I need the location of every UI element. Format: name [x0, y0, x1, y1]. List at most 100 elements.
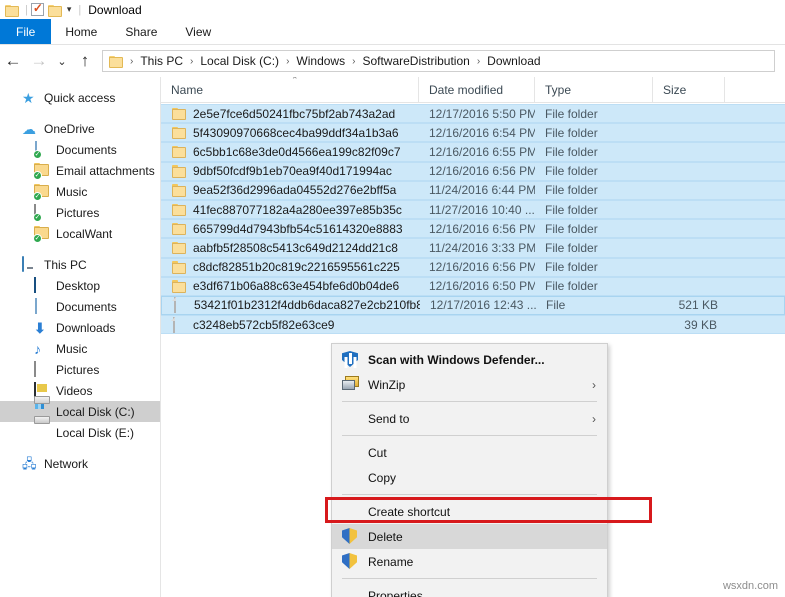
menu-item-scan-with-windows-defender[interactable]: Scan with Windows Defender... [332, 347, 607, 372]
menu-item-rename[interactable]: Rename [332, 549, 607, 574]
sidebar-item-music[interactable]: ♪ Music [0, 338, 160, 359]
crumb-arrow-3[interactable]: › [347, 56, 360, 67]
sidebar-item-desktop[interactable]: Desktop [0, 275, 160, 296]
file-rows: 2e5e7fce6d50241fbc75bf2ab743a2ad 12/17/2… [161, 104, 785, 335]
crumb-arrow-1[interactable]: › [185, 56, 198, 67]
menu-item-send-to[interactable]: Send to › [332, 406, 607, 431]
sidebar-item-label: OneDrive [44, 121, 95, 136]
forward-button[interactable]: → [26, 48, 52, 74]
menu-item-properties[interactable]: Properties [332, 583, 607, 597]
sidebar-item-pictures[interactable]: Pictures [0, 359, 160, 380]
sidebar-item-localwant[interactable]: ✓ LocalWant [0, 223, 160, 244]
menu-item-label: Create shortcut [368, 504, 451, 519]
address-bar: ← → ⌄ ↑ › This PC › Local Disk (C:) › Wi… [0, 45, 785, 77]
breadcrumb[interactable]: › This PC › Local Disk (C:) › Windows › … [102, 50, 775, 72]
file-name-cell: 5f43090970668cec4ba99ddf34a1b3a6 [161, 123, 419, 142]
size-cell [653, 238, 725, 257]
table-row[interactable]: 6c5bb1c68e3de0d4566ea199c82f09c7 12/16/2… [161, 142, 785, 162]
crumb-windows[interactable]: Windows [294, 54, 347, 68]
file-name-cell: aabfb5f28508c5413c649d2124dd21c8 [161, 238, 419, 257]
folder-sync-icon: ✓ [33, 191, 42, 201]
tab-view[interactable]: View [171, 19, 225, 44]
menu-item-create-shortcut[interactable]: Create shortcut [332, 499, 607, 524]
table-row[interactable]: c8dcf82851b20c819c2216595561c225 12/16/2… [161, 257, 785, 277]
file-icon [172, 297, 188, 314]
crumb-download[interactable]: Download [485, 54, 542, 68]
menu-item-copy[interactable]: Copy [332, 465, 607, 490]
tab-home[interactable]: Home [51, 19, 111, 44]
menu-item-winzip[interactable]: WinZip › [332, 372, 607, 397]
folder-icon [109, 55, 123, 68]
desktop-icon [34, 276, 50, 294]
crumb-local-disk-c[interactable]: Local Disk (C:) [198, 54, 281, 68]
sidebar-item-email-attachments[interactable]: ✓ Email attachments [0, 160, 160, 181]
sidebar-item-label: Music [56, 184, 88, 199]
menu-item-cut[interactable]: Cut [332, 440, 607, 465]
menu-item-label: Copy [368, 470, 397, 485]
sidebar-item-local-disk-c[interactable]: Local Disk (C:) [0, 401, 160, 422]
sidebar-item-local-disk-e[interactable]: Local Disk (E:) [0, 422, 160, 443]
size-cell [653, 123, 725, 142]
table-row[interactable]: 5f43090970668cec4ba99ddf34a1b3a6 12/16/2… [161, 123, 785, 143]
column-header-date-modified[interactable]: Date modified [419, 77, 535, 103]
qat-divider-2: | [78, 3, 82, 16]
type-cell: File folder [545, 221, 598, 236]
downloads-icon: ⬇ [34, 319, 46, 336]
new-folder-icon[interactable] [47, 3, 62, 17]
crumb-arrow-0[interactable]: › [125, 56, 138, 67]
sidebar-item-onedrive-pictures[interactable]: ✓ Pictures [0, 202, 160, 223]
date-cell: 12/16/2016 6:56 PM [429, 260, 535, 275]
sidebar-item-quick-access[interactable]: ★ Quick access [0, 87, 160, 108]
table-row[interactable]: aabfb5f28508c5413c649d2124dd21c8 11/24/2… [161, 238, 785, 258]
table-row[interactable]: 665799d4d7943bfb54c51614320e8883 12/16/2… [161, 219, 785, 239]
file-name-cell: 665799d4d7943bfb54c51614320e8883 [161, 219, 419, 238]
crumb-arrow-4[interactable]: › [472, 56, 485, 67]
pictures-sync-icon: ✓ [33, 203, 50, 222]
sidebar-item-label: Desktop [56, 278, 101, 293]
file-explorer-window: | ▾ | Download File Home Share View ← → … [0, 0, 785, 597]
table-row[interactable]: 41fec887077182a4a280ee397e85b35c 11/27/2… [161, 199, 785, 220]
customize-dropdown-icon[interactable]: ▾ [67, 4, 72, 15]
tab-file[interactable]: File [0, 19, 52, 44]
table-row[interactable]: c3248eb572cb5f82e63ce9 39 KB [161, 315, 785, 335]
sidebar-item-documents[interactable]: Documents [0, 296, 160, 317]
table-row[interactable]: 9dbf50fcdf9b1eb70ea9f40d171994ac 12/16/2… [161, 161, 785, 181]
back-button[interactable]: ← [0, 48, 26, 74]
sidebar-item-label: LocalWant [56, 226, 113, 241]
tab-share[interactable]: Share [111, 19, 171, 44]
sidebar-item-network[interactable]: 🖧 Network [0, 453, 160, 474]
up-button[interactable]: ↑ [72, 48, 98, 74]
size-cell [653, 258, 725, 277]
checkbox-icon[interactable] [30, 1, 45, 17]
sidebar-item-onedrive-music[interactable]: ✓ Music [0, 181, 160, 202]
folder-icon [171, 145, 187, 159]
sidebar-item-onedrive-documents[interactable]: ✓ Documents [0, 139, 160, 160]
menu-divider-2 [342, 435, 597, 436]
type-cell: File folder [545, 144, 598, 159]
crumb-softwaredistribution[interactable]: SoftwareDistribution [360, 54, 471, 68]
sidebar-item-this-pc[interactable]: This PC [0, 254, 160, 275]
winzip-icon [342, 376, 359, 393]
size-cell [653, 181, 725, 200]
crumb-this-pc[interactable]: This PC [138, 54, 185, 68]
menu-item-delete[interactable]: Delete [332, 524, 607, 549]
type-cell: File [546, 298, 566, 313]
file-name-cell: 9dbf50fcdf9b1eb70ea9f40d171994ac [161, 162, 419, 181]
uac-shield-icon [342, 553, 359, 570]
column-header-size[interactable]: Size [653, 77, 725, 103]
recent-locations-button[interactable]: ⌄ [52, 48, 72, 74]
crumb-arrow-2[interactable]: › [281, 56, 294, 67]
column-header-type[interactable]: Type [535, 77, 653, 103]
table-row[interactable]: 2e5e7fce6d50241fbc75bf2ab743a2ad 12/17/2… [161, 104, 785, 124]
table-row[interactable]: e3df671b06a88c63e454bfe6d0b04de6 12/16/2… [161, 276, 785, 296]
table-row[interactable]: 53421f01b2312f4ddb6daca827e2cb210fb8... … [161, 295, 785, 316]
column-header-name[interactable]: Name ⌃ [161, 77, 419, 103]
sidebar-item-downloads[interactable]: ⬇ Downloads [0, 317, 160, 338]
type-cell: File folder [545, 183, 598, 198]
folder-properties-icon[interactable] [5, 3, 19, 17]
date-cell: 12/16/2016 6:55 PM [429, 144, 535, 159]
date-cell: 11/27/2016 10:40 ... [429, 202, 535, 217]
sidebar-item-videos[interactable]: Videos [0, 380, 160, 401]
sidebar-item-onedrive[interactable]: ☁ OneDrive [0, 118, 160, 139]
table-row[interactable]: 9ea52f36d2996ada04552d276e2bff5a 11/24/2… [161, 180, 785, 200]
